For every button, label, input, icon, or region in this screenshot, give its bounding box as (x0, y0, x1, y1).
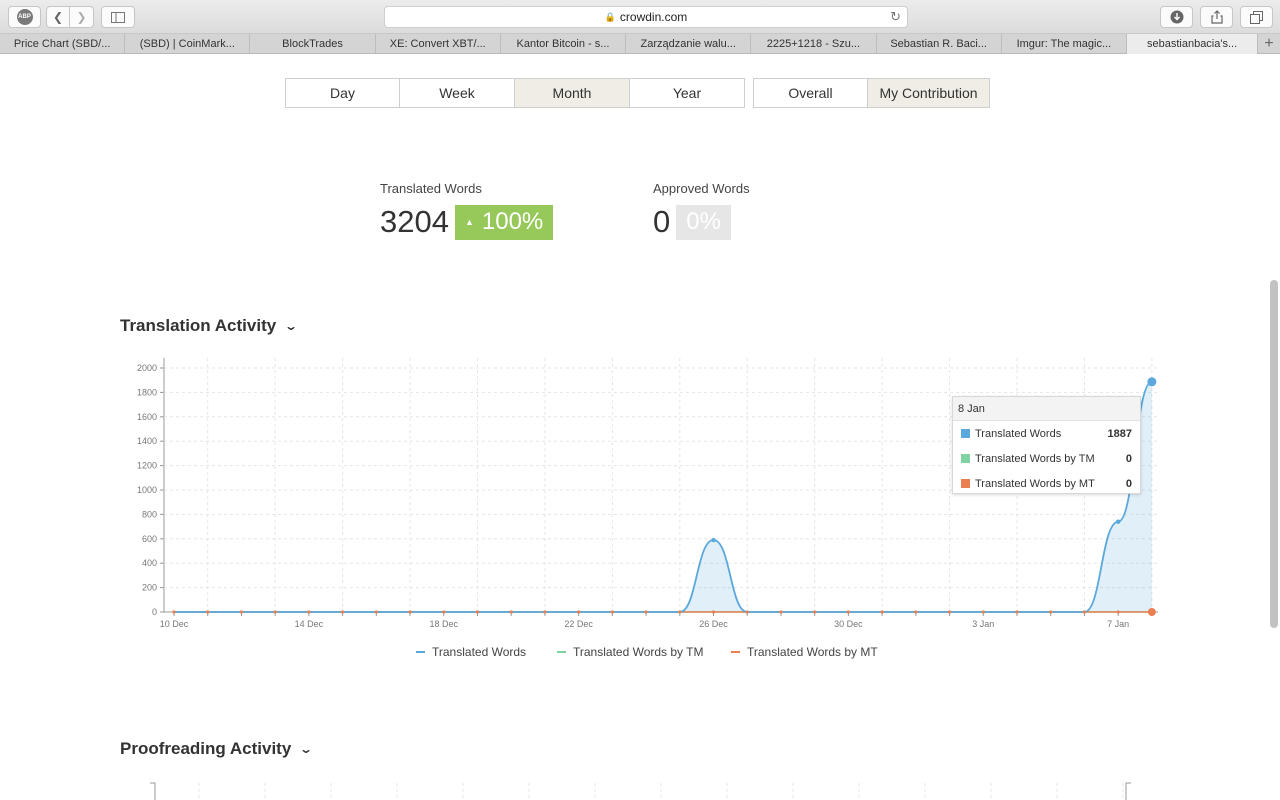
proofreading-activity-chart (150, 782, 1131, 800)
proofreading-y-axis-left (150, 782, 156, 800)
page-scrollbar[interactable] (1270, 280, 1278, 628)
proofreading-y-axis-right (1125, 782, 1131, 800)
